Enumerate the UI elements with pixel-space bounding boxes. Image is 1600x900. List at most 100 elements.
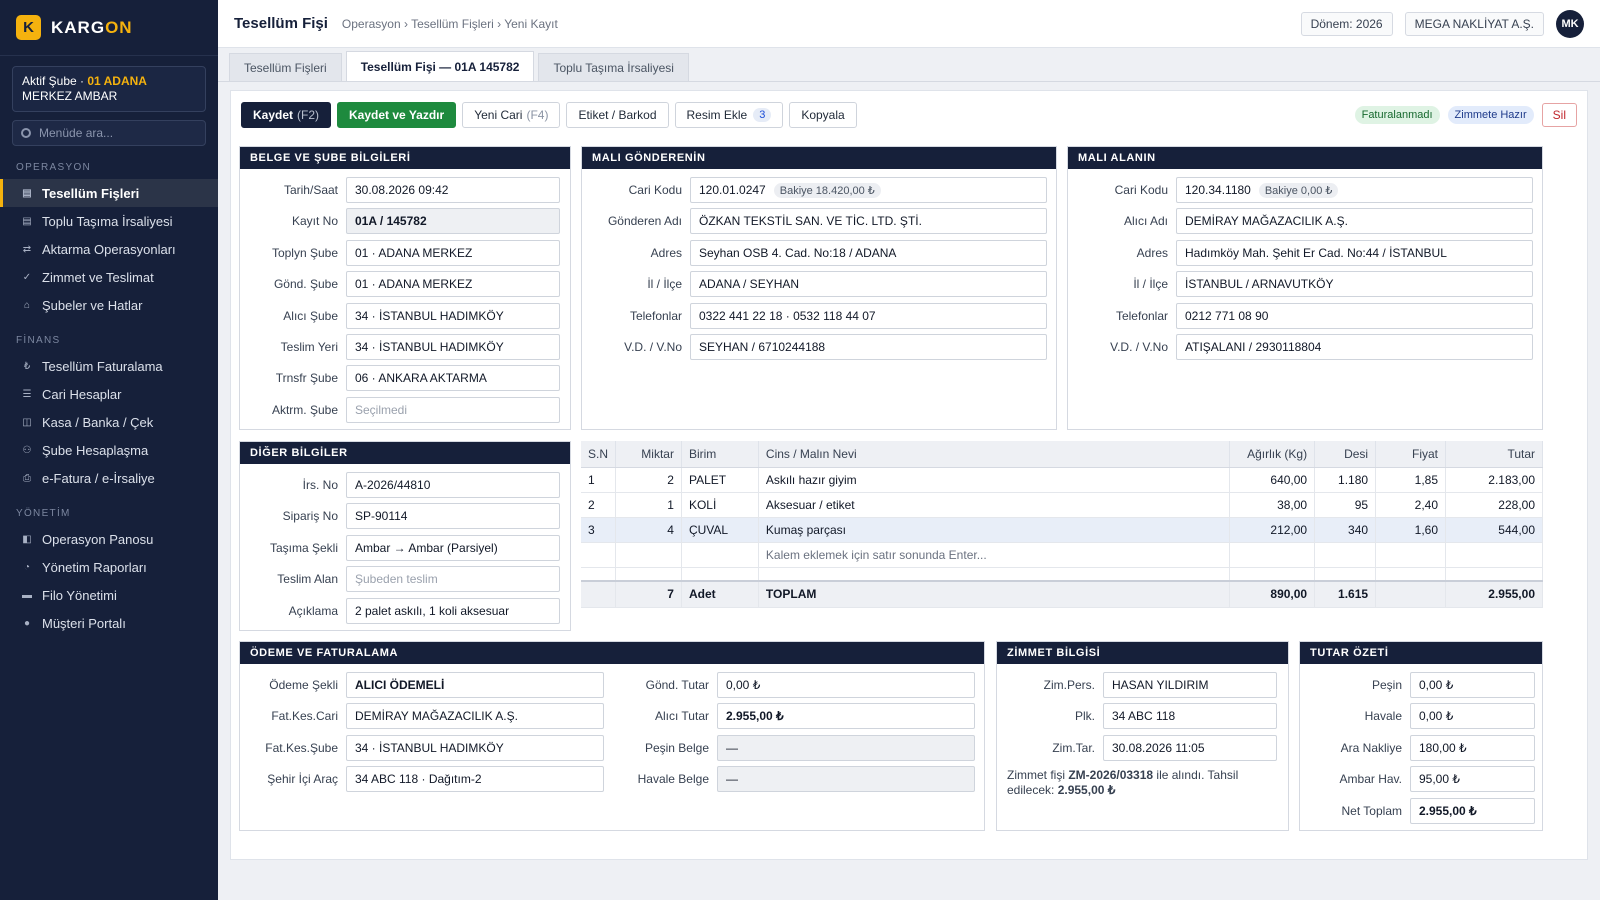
- delete-button[interactable]: Sil: [1541, 103, 1577, 127]
- tab-toplu-tasima[interactable]: Toplu Taşıma İrsaliyesi: [538, 53, 689, 81]
- sidebar-item-s-ubeler-ve-hatlar[interactable]: ⌂ Şubeler ve Hatlar: [0, 291, 218, 319]
- menu-search-input[interactable]: Menüde ara...: [12, 120, 206, 146]
- teslim-alan-field[interactable]: Şubeden teslim: [346, 566, 560, 593]
- tas-ma-s-ekli-field[interactable]: Ambar → Ambar (Parsiyel): [346, 534, 560, 561]
- fat-kes-s-ube-field[interactable]: 34 · İSTANBUL HADIMKÖY: [346, 734, 604, 761]
- empty-row[interactable]: [581, 567, 1543, 582]
- sidebar-item-zimmet-ve-teslimat[interactable]: ✓ Zimmet ve Teslimat: [0, 263, 218, 291]
- adres-field[interactable]: Hadımköy Mah. Şehit Er Cad. No:44 / İSTA…: [1176, 239, 1533, 266]
- save-button[interactable]: Kaydet (F2): [241, 102, 332, 128]
- al-c-tutar-field[interactable]: 2.955,00 ₺: [717, 703, 975, 730]
- cari-code-field[interactable]: 120.01.0247 Bakiye 18.420,00 ₺: [690, 177, 1047, 203]
- form-row: Havale 0,00 ₺: [1300, 703, 1535, 730]
- column-header-miktar[interactable]: Miktar: [615, 441, 682, 468]
- sidebar-item-s-ube-hesaplas-ma[interactable]: ⚇ Şube Hesaplaşma: [0, 436, 218, 464]
- zim-pers-field[interactable]: HASAN YILDIRIM: [1103, 672, 1277, 698]
- net-toplam-field[interactable]: 2.955,00 ₺: [1410, 797, 1535, 824]
- tab-tesellum-fisleri[interactable]: Tesellüm Fişleri: [229, 53, 342, 81]
- aktrm-s-ube-field[interactable]: Seçilmedi: [346, 396, 560, 423]
- sidebar-item-aktarma-operasyonlar[interactable]: ⇄ Aktarma Operasyonları: [0, 235, 218, 263]
- telefonlar-field[interactable]: 0322 441 22 18 · 0532 118 44 07: [690, 302, 1047, 329]
- table-row[interactable]: 1 2 PALET Askılı hazır giyim 640,00 1.180 1,85…: [581, 467, 1543, 493]
- period-selector[interactable]: Dönem: 2026: [1300, 11, 1393, 36]
- nav-icon: ⎙: [23, 472, 31, 484]
- add-image-button[interactable]: Resim Ekle 3: [674, 102, 784, 128]
- field-label: Adres: [1136, 245, 1168, 260]
- telefonlar-field[interactable]: 0212 771 08 90: [1176, 302, 1533, 329]
- sidebar-item-label: Kasa / Banka / Çek: [42, 414, 154, 430]
- toplyn-s-ube-field[interactable]: 01 · ADANA MERKEZ: [346, 239, 560, 266]
- column-header-tutar[interactable]: Tutar: [1445, 441, 1543, 468]
- zim-tar-field[interactable]: 30.08.2026 11:05: [1103, 734, 1277, 761]
- form-row: Alıcı Şube 34 · İSTANBUL HADIMKÖY: [240, 302, 560, 329]
- go-nd-s-ube-field[interactable]: 01 · ADANA MERKEZ: [346, 271, 560, 298]
- save-and-print-button[interactable]: Kaydet ve Yazdır: [337, 102, 457, 128]
- column-header-desi[interactable]: Desi: [1314, 441, 1377, 468]
- form-row: Teslim Yeri 34 · İSTANBUL HADIMKÖY: [240, 334, 560, 360]
- fat-kes-cari-field[interactable]: DEMİRAY MAĞAZACILIK A.Ş.: [346, 703, 604, 730]
- column-header-fiyat[interactable]: Fiyat: [1375, 441, 1447, 468]
- ambar-hav-field[interactable]: 95,00 ₺: [1410, 766, 1535, 793]
- panel-title: BELGE VE ŞUBE BİLGİLERİ: [240, 147, 570, 169]
- sidebar-item-filo-yo-netimi[interactable]: ▬ Filo Yönetimi: [0, 581, 218, 609]
- sidebar-item-mu-s-teri-portal[interactable]: ● Müşteri Portalı: [0, 609, 218, 637]
- go-nderen-ad-field[interactable]: ÖZKAN TEKSTİL SAN. VE TİC. LTD. ŞTİ.: [690, 208, 1047, 235]
- o-deme-s-ekli-field[interactable]: ALICI ÖDEMELİ: [346, 672, 604, 698]
- trnsfr-s-ube-field[interactable]: 06 · ANKARA AKTARMA: [346, 365, 560, 392]
- s-ehir-i-c-i-arac-field[interactable]: 34 ABC 118 · Dağıtım-2: [346, 766, 604, 793]
- v-d-v-no-field[interactable]: SEYHAN / 6710244188: [690, 334, 1047, 360]
- sidebar-item-operasyon-panosu[interactable]: ◧ Operasyon Panosu: [0, 525, 218, 553]
- form-row: Kayıt No 01A / 145782: [240, 208, 560, 235]
- adres-field[interactable]: Seyhan OSB 4. Cad. No:18 / ADANA: [690, 239, 1047, 266]
- active-branch[interactable]: Aktif Şube · 01 ADANA MERKEZ AMBAR: [12, 66, 206, 112]
- company-selector[interactable]: MEGA NAKLİYAT A.Ş.: [1404, 11, 1544, 36]
- status-badge-uninvoiced: Faturalanmadı: [1354, 106, 1440, 124]
- al-c-s-ube-field[interactable]: 34 · İSTANBUL HADIMKÖY: [346, 302, 560, 329]
- siparis-no-field[interactable]: SP-90114: [346, 503, 560, 530]
- copy-button[interactable]: Kopyala: [789, 102, 857, 128]
- sidebar-item-tesellu-m-fis-leri[interactable]: ▤ Tesellüm Fişleri: [0, 179, 218, 207]
- table-row[interactable]: 3 4 ÇUVAL Kumaş parçası 212,00 340 1,60 544,00: [581, 517, 1543, 543]
- add-item-row[interactable]: Kalem eklemek için satır sonunda Enter..…: [581, 542, 1543, 568]
- sidebar-item-cari-hesaplar[interactable]: ☰ Cari Hesaplar: [0, 380, 218, 408]
- cari-code-field[interactable]: 120.34.1180 Bakiye 0,00 ₺: [1176, 177, 1533, 203]
- tab-tesellum-fisi-current[interactable]: Tesellüm Fişi — 01A 145782: [345, 51, 535, 81]
- ac-klama-field[interactable]: 2 palet askılı, 1 koli aksesuar: [346, 597, 560, 624]
- app-logo[interactable]: K KARGON: [0, 0, 218, 56]
- field-label: Peşin Belge: [644, 740, 709, 755]
- column-header-birim[interactable]: Birim: [681, 441, 759, 468]
- total-label: TOPLAM: [758, 580, 1231, 608]
- table-cell: [615, 567, 682, 582]
- new-cari-button[interactable]: Yeni Cari (F4): [462, 102, 561, 128]
- table-cell: [581, 567, 617, 582]
- sidebar-item-kasa-banka-c-ek[interactable]: ◫ Kasa / Banka / Çek: [0, 408, 218, 436]
- teslim-yeri-field[interactable]: 34 · İSTANBUL HADIMKÖY: [346, 334, 560, 360]
- i-rs-no-field[interactable]: A-2026/44810: [346, 472, 560, 498]
- form-row: Toplyn Şube 01 · ADANA MERKEZ: [240, 239, 560, 266]
- sidebar-item-e-fatura-e-i-rsaliye[interactable]: ⎙ e-Fatura / e-İrsaliye: [0, 464, 218, 492]
- tarih-saat-field[interactable]: 30.08.2026 09:42: [346, 177, 560, 203]
- table-cell: KOLİ: [681, 492, 759, 518]
- pes-in-field[interactable]: 0,00 ₺: [1410, 672, 1535, 698]
- v-d-v-no-field[interactable]: ATIŞALANI / 2930118804: [1176, 334, 1533, 360]
- table-cell: 1: [615, 492, 682, 518]
- table-row[interactable]: 2 1 KOLİ Aksesuar / etiket 38,00 95 2,40 228,00: [581, 492, 1543, 518]
- sidebar-item-yo-netim-raporlar[interactable]: ◔ Yönetim Raporları: [0, 553, 218, 581]
- zimmet-note: Zimmet fişi ZM-2026/03318 ile alındı. Ta…: [1007, 768, 1282, 798]
- sidebar-item-toplu-tas-ma-i-rsaliyesi[interactable]: ▤ Toplu Taşıma İrsaliyesi: [0, 207, 218, 235]
- column-header-cins-mal-n-nevi[interactable]: Cins / Malın Nevi: [758, 441, 1231, 468]
- i-l-i-lc-e-field[interactable]: İSTANBUL / ARNAVUTKÖY: [1176, 271, 1533, 298]
- havale-field[interactable]: 0,00 ₺: [1410, 703, 1535, 730]
- i-l-i-lc-e-field[interactable]: ADANA / SEYHAN: [690, 271, 1047, 298]
- column-header-s-n[interactable]: S.N: [581, 441, 617, 468]
- al-c-ad-field[interactable]: DEMİRAY MAĞAZACILIK A.Ş.: [1176, 208, 1533, 235]
- label-barcode-button[interactable]: Etiket / Barkod: [566, 102, 669, 128]
- column-header-ag-rl-k-kg[interactable]: Ağırlık (Kg): [1229, 441, 1316, 468]
- sidebar-item-tesellu-m-faturalama[interactable]: ₺ Tesellüm Faturalama: [0, 352, 218, 380]
- sidebar-nav: OPERASYON ▤ Tesellüm Fişleri ▤ Toplu Taşıma …: [0, 162, 218, 637]
- ara-nakliye-field[interactable]: 180,00 ₺: [1410, 734, 1535, 761]
- user-avatar[interactable]: MK: [1556, 9, 1584, 38]
- form-row: V.D. / V.No ATIŞALANI / 2930118804: [1068, 334, 1533, 360]
- go-nd-tutar-field[interactable]: 0,00 ₺: [717, 672, 975, 698]
- plk-field[interactable]: 34 ABC 118: [1103, 703, 1277, 730]
